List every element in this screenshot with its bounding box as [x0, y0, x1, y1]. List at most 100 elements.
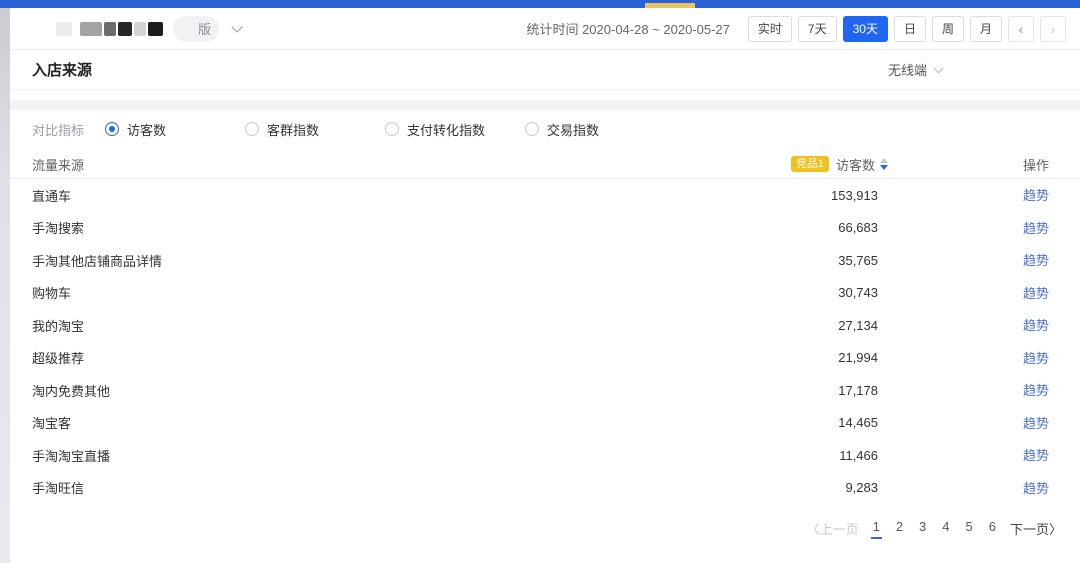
- stat-time-range: 统计时间 2020-04-28 ~ 2020-05-27: [526, 19, 729, 38]
- source-cell: 直通车: [32, 186, 718, 205]
- source-cell: 购物车: [32, 283, 718, 302]
- sort-asc-icon: [880, 158, 888, 163]
- source-cell: 淘宝客: [32, 413, 718, 432]
- visitors-cell: 30,743: [718, 285, 878, 300]
- redaction-block: [104, 22, 116, 36]
- source-cell: 超级推荐: [32, 348, 718, 367]
- radio-customer-index[interactable]: 客群指数: [245, 120, 385, 139]
- column-metric: 竞品1 访客数: [791, 155, 888, 174]
- prev-period-button[interactable]: ‹: [1008, 16, 1034, 42]
- trend-link[interactable]: 趋势: [1023, 383, 1049, 398]
- visitors-cell: 27,134: [718, 318, 878, 333]
- radio-label: 访客数: [127, 120, 166, 139]
- visitors-cell: 153,913: [718, 188, 878, 203]
- radio-icon: [385, 122, 399, 136]
- device-filter-dropdown[interactable]: 无线端: [888, 60, 942, 79]
- table-row: 直通车 153,913 趋势: [10, 179, 1080, 212]
- trend-link[interactable]: 趋势: [1023, 481, 1049, 496]
- competitor-badge: 竞品1: [791, 156, 829, 172]
- radio-label: 支付转化指数: [407, 120, 485, 139]
- visitors-cell: 35,765: [718, 253, 878, 268]
- traffic-source-table: 直通车 153,913 趋势 手淘搜索 66,683 趋势 手淘其他店铺商品详情…: [10, 179, 1080, 504]
- table-row: 淘内免费其他 17,178 趋势: [10, 374, 1080, 407]
- compare-metric-label: 对比指标: [32, 120, 105, 139]
- page-number-1[interactable]: 1: [871, 517, 882, 539]
- chevron-down-icon: [934, 63, 944, 73]
- radio-icon: [525, 122, 539, 136]
- column-source: 流量来源: [32, 155, 791, 174]
- range-button-day[interactable]: 日: [894, 16, 926, 42]
- table-header: 流量来源 竞品1 访客数 操作: [10, 150, 1080, 179]
- table-row: 淘宝客 14,465 趋势: [10, 407, 1080, 440]
- table-row: 手淘旺信 9,283 趋势: [10, 472, 1080, 505]
- page-number-3[interactable]: 3: [917, 517, 928, 539]
- visitors-cell: 21,994: [718, 350, 878, 365]
- source-cell: 手淘淘宝直播: [32, 446, 718, 465]
- prev-page-button[interactable]: 〈上一页: [807, 519, 859, 538]
- chevron-down-icon[interactable]: [231, 21, 242, 32]
- radio-label: 客群指数: [267, 120, 319, 139]
- redaction-block: [134, 22, 146, 36]
- redaction-block: [118, 22, 132, 36]
- redacted-shop-name[interactable]: 版: [56, 16, 241, 42]
- page-number-6[interactable]: 6: [987, 517, 998, 539]
- radio-icon: [105, 122, 119, 136]
- page-number-5[interactable]: 5: [964, 517, 975, 539]
- section-divider-band: [10, 100, 1080, 110]
- radio-trade-index[interactable]: 交易指数: [525, 120, 665, 139]
- table-row: 手淘淘宝直播 11,466 趋势: [10, 439, 1080, 472]
- next-period-button[interactable]: ›: [1040, 16, 1066, 42]
- range-button-week[interactable]: 周: [932, 16, 964, 42]
- range-button-realtime[interactable]: 实时: [748, 16, 792, 42]
- source-cell: 手淘搜索: [32, 218, 718, 237]
- compare-metric-row: 对比指标 访客数 客群指数 支付转化指数 交易指数: [10, 112, 1080, 146]
- radio-label: 交易指数: [547, 120, 599, 139]
- top-accent-bar: [0, 0, 1080, 8]
- table-row: 我的淘宝 27,134 趋势: [10, 309, 1080, 342]
- date-range-buttons: 实时 7天 30天 日 周 月: [748, 16, 1002, 42]
- trend-link[interactable]: 趋势: [1023, 253, 1049, 268]
- range-button-7d[interactable]: 7天: [798, 16, 837, 42]
- analytics-page: 版 统计时间 2020-04-28 ~ 2020-05-27 实时 7天 30天…: [0, 0, 1080, 563]
- sort-desc-icon: [880, 165, 888, 170]
- visitors-cell: 9,283: [718, 480, 878, 495]
- page-number-2[interactable]: 2: [894, 517, 905, 539]
- trend-link[interactable]: 趋势: [1023, 221, 1049, 236]
- redaction-block: [56, 22, 72, 36]
- next-page-button[interactable]: 下一页〉: [1010, 519, 1062, 538]
- trend-link[interactable]: 趋势: [1023, 318, 1049, 333]
- page-edge-strip: [0, 8, 10, 563]
- radio-pay-conversion-index[interactable]: 支付转化指数: [385, 120, 525, 139]
- visitors-cell: 14,465: [718, 415, 878, 430]
- page-header: 版 统计时间 2020-04-28 ~ 2020-05-27 实时 7天 30天…: [10, 8, 1080, 50]
- range-button-month[interactable]: 月: [970, 16, 1002, 42]
- table-row: 超级推荐 21,994 趋势: [10, 342, 1080, 375]
- range-button-30d[interactable]: 30天: [843, 16, 888, 42]
- redaction-block: [148, 22, 163, 36]
- page-number-4[interactable]: 4: [940, 517, 951, 539]
- source-cell: 淘内免费其他: [32, 381, 718, 400]
- visitors-cell: 66,683: [718, 220, 878, 235]
- radio-icon: [245, 122, 259, 136]
- table-row: 手淘搜索 66,683 趋势: [10, 212, 1080, 245]
- visitors-cell: 17,178: [718, 383, 878, 398]
- trend-link[interactable]: 趋势: [1023, 416, 1049, 431]
- source-cell: 手淘其他店铺商品详情: [32, 251, 718, 270]
- trend-link[interactable]: 趋势: [1023, 286, 1049, 301]
- section-header: 入店来源 无线端: [10, 50, 1080, 90]
- visitors-cell: 11,466: [718, 448, 878, 463]
- pagination: 〈上一页 1 2 3 4 5 6 下一页〉: [807, 514, 1080, 542]
- metric-column-label: 访客数: [836, 155, 875, 174]
- redaction-block: [80, 22, 102, 36]
- sort-icon[interactable]: [880, 158, 888, 170]
- column-action: 操作: [1006, 155, 1066, 174]
- page-title: 入店来源: [32, 59, 92, 80]
- trend-link[interactable]: 趋势: [1023, 351, 1049, 366]
- table-row: 购物车 30,743 趋势: [10, 277, 1080, 310]
- radio-visitors[interactable]: 访客数: [105, 120, 245, 139]
- trend-link[interactable]: 趋势: [1023, 188, 1049, 203]
- device-filter-value: 无线端: [888, 60, 927, 79]
- trend-link[interactable]: 趋势: [1023, 448, 1049, 463]
- shop-version-pill: 版: [173, 16, 219, 42]
- source-cell: 我的淘宝: [32, 316, 718, 335]
